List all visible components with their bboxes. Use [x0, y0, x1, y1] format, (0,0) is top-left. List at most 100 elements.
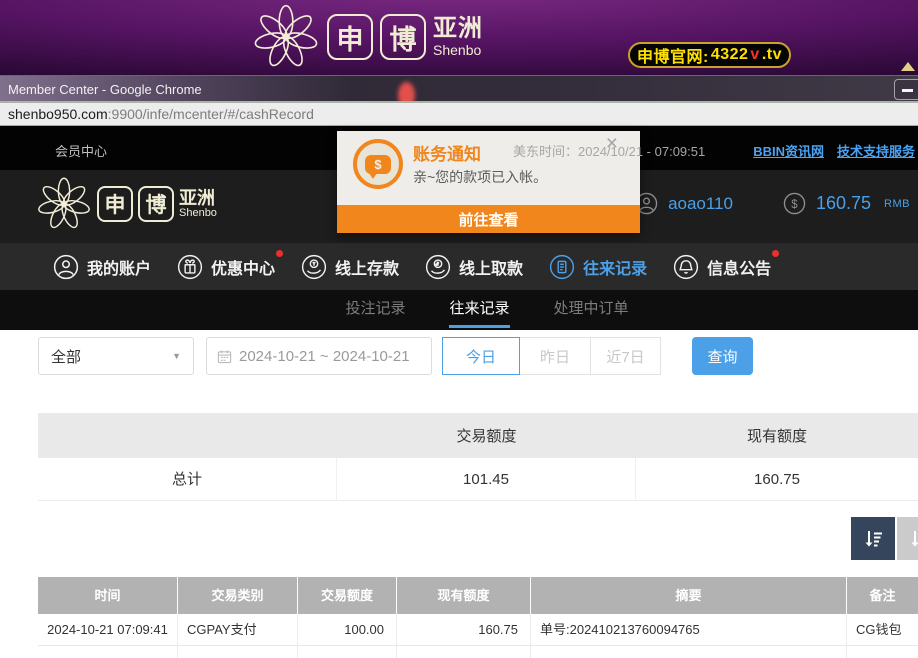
logo-shen-box: 申 — [97, 186, 133, 222]
deposit-icon — [301, 254, 327, 280]
sort-ascending-button[interactable] — [897, 517, 918, 560]
col-balance: 现有额度 — [397, 577, 531, 614]
minimize-icon — [902, 89, 913, 92]
summary-total-balance: 160.75 — [636, 458, 918, 501]
red-notification-blob — [398, 82, 415, 103]
cell-summary: 单号:202410213760094765 — [531, 614, 847, 646]
sort-toolbar — [851, 517, 918, 560]
svg-text:$: $ — [791, 199, 798, 211]
browser-titlebar[interactable]: Member Center - Google Chrome — [0, 75, 918, 103]
shenbo-logo-small[interactable]: 申 博 亚洲 Shenbo — [36, 176, 217, 232]
nav-item-withdraw[interactable]: 线上取款 — [425, 254, 523, 280]
cell-amount: 100.00 — [298, 614, 397, 646]
col-remark: 备注 — [847, 577, 918, 614]
username[interactable]: aoao110 — [668, 194, 733, 214]
nav-item-deposit[interactable]: 线上存款 — [301, 254, 399, 280]
summary-total-row: 总计 101.45 160.75 — [38, 458, 918, 501]
url-path: :9900/infe/mcenter/#/cashRecord — [108, 106, 314, 122]
sort-descending-icon — [861, 527, 885, 551]
cell-balance: 160.75 — [397, 614, 531, 646]
logo-shen-box: 申 — [327, 14, 373, 60]
official-site-pill[interactable]: 申博官网: 4322 v .tv — [628, 42, 791, 68]
sort-descending-button[interactable] — [851, 517, 895, 560]
nav-item-my-account[interactable]: 我的账户 — [53, 254, 151, 280]
transfer-records-icon — [549, 254, 575, 280]
col-type: 交易类别 — [178, 577, 298, 614]
bell-icon — [673, 254, 699, 280]
currency-label: RMB — [884, 198, 910, 210]
col-amount: 交易额度 — [298, 577, 397, 614]
records-header-row: 时间 交易类别 交易额度 现有额度 摘要 备注 — [38, 577, 918, 614]
shenbo-flower-icon — [36, 176, 92, 232]
triangle-icon — [901, 62, 915, 71]
search-button[interactable]: 查询 — [692, 337, 753, 375]
date-range-input[interactable]: 2024-10-21 ~ 2024-10-21 — [206, 337, 432, 375]
logo-region: 亚洲 — [433, 17, 483, 41]
notice-message: 亲~您的款项已入帐。 — [413, 167, 547, 187]
yesterday-button[interactable]: 昨日 — [519, 337, 591, 375]
table-row: 2024-10-21 07:09:41 CGPAY支付 100.00 160.7… — [38, 614, 918, 646]
logo-bo-box: 博 — [380, 14, 426, 60]
site-banner: 申 博 亚洲 Shenbo 申博官网: 4322 v .tv — [0, 0, 918, 75]
withdraw-icon — [425, 254, 451, 280]
sort-ascending-icon — [907, 527, 918, 551]
window-title: Member Center - Google Chrome — [8, 82, 202, 97]
table-row-partial — [38, 646, 918, 658]
official-site-v: v — [750, 46, 759, 64]
summary-header-row: 交易额度 现有额度 — [38, 413, 918, 458]
address-bar[interactable]: shenbo950.com:9900/infe/mcenter/#/cashRe… — [0, 103, 918, 126]
logo-bo-box: 博 — [138, 186, 174, 222]
logo-latin: Shenbo — [179, 208, 217, 219]
red-dot-badge — [772, 250, 779, 257]
caret-down-icon: ▼ — [172, 351, 181, 361]
gift-icon — [177, 254, 203, 280]
nav-item-transfer-records[interactable]: 往来记录 — [549, 254, 647, 280]
summary-total-transaction: 101.45 — [337, 458, 636, 501]
calendar-icon — [217, 349, 232, 364]
red-dot-badge — [276, 250, 283, 257]
tab-transfer-records[interactable]: 往来记录 — [449, 290, 509, 330]
official-site-tld: .tv — [762, 46, 782, 64]
minimize-button[interactable] — [894, 79, 918, 100]
nav-item-announcements[interactable]: 信息公告 — [673, 254, 771, 280]
shenbo-flower-icon — [252, 3, 320, 71]
cell-remark: CG钱包 — [847, 614, 918, 646]
tab-pending-orders[interactable]: 处理中订单 — [554, 290, 629, 330]
screen: 申 博 亚洲 Shenbo 申博官网: 4322 v .tv Member Ce… — [0, 0, 918, 658]
tech-support-link[interactable]: 技术支持服务 — [837, 141, 915, 160]
money-bubble-icon: $ — [353, 139, 403, 189]
records-table: 时间 交易类别 交易额度 现有额度 摘要 备注 2024-10-21 07:09… — [38, 577, 918, 658]
summary-header-balance: 现有额度 — [636, 425, 918, 446]
official-site-number: 4322 — [711, 46, 749, 64]
quick-date-group: 今日 昨日 近7日 — [442, 337, 661, 375]
col-summary: 摘要 — [531, 577, 847, 614]
official-site-label: 申博官网: — [637, 43, 709, 67]
nav-item-promotions[interactable]: 优惠中心 — [177, 254, 275, 280]
summary-header-transaction: 交易额度 — [337, 425, 636, 446]
category-select[interactable]: 全部 ▼ — [38, 337, 194, 375]
category-value: 全部 — [51, 346, 81, 367]
balance-amount: 160.75 — [816, 193, 871, 214]
page-title: 会员中心 — [55, 141, 107, 160]
notice-title: 账务通知 — [413, 140, 481, 165]
last-7-days-button[interactable]: 近7日 — [590, 337, 661, 375]
logo-region: 亚洲 — [179, 189, 217, 207]
tab-bet-records[interactable]: 投注记录 — [345, 290, 405, 330]
col-time: 时间 — [38, 577, 178, 614]
content-area: 全部 ▼ 2024-10-21 ~ 2024-10-21 今日 昨日 近7日 查… — [0, 330, 918, 658]
eastern-time-label: 美东时间：2024/10/21 - 07:09:51 — [513, 141, 705, 160]
cell-time: 2024-10-21 07:09:41 — [38, 614, 178, 646]
user-icon — [53, 254, 79, 280]
dollar-circle-icon: $ — [783, 192, 806, 215]
url-host: shenbo950.com — [8, 106, 108, 122]
go-view-button[interactable]: 前往查看 — [337, 205, 640, 233]
cell-type: CGPAY支付 — [178, 614, 298, 646]
record-tabs: 投注记录 往来记录 处理中订单 — [0, 290, 918, 330]
shenbo-logo: 申 博 亚洲 Shenbo — [252, 3, 483, 71]
date-range-value: 2024-10-21 ~ 2024-10-21 — [239, 348, 410, 365]
main-nav: 我的账户 优惠中心 线上存款 线上取款 往来记录 — [0, 243, 918, 290]
today-button[interactable]: 今日 — [442, 337, 520, 375]
summary-total-label: 总计 — [38, 458, 337, 501]
bbin-news-link[interactable]: BBIN资讯网 — [753, 141, 824, 160]
logo-latin: Shenbo — [433, 43, 483, 57]
